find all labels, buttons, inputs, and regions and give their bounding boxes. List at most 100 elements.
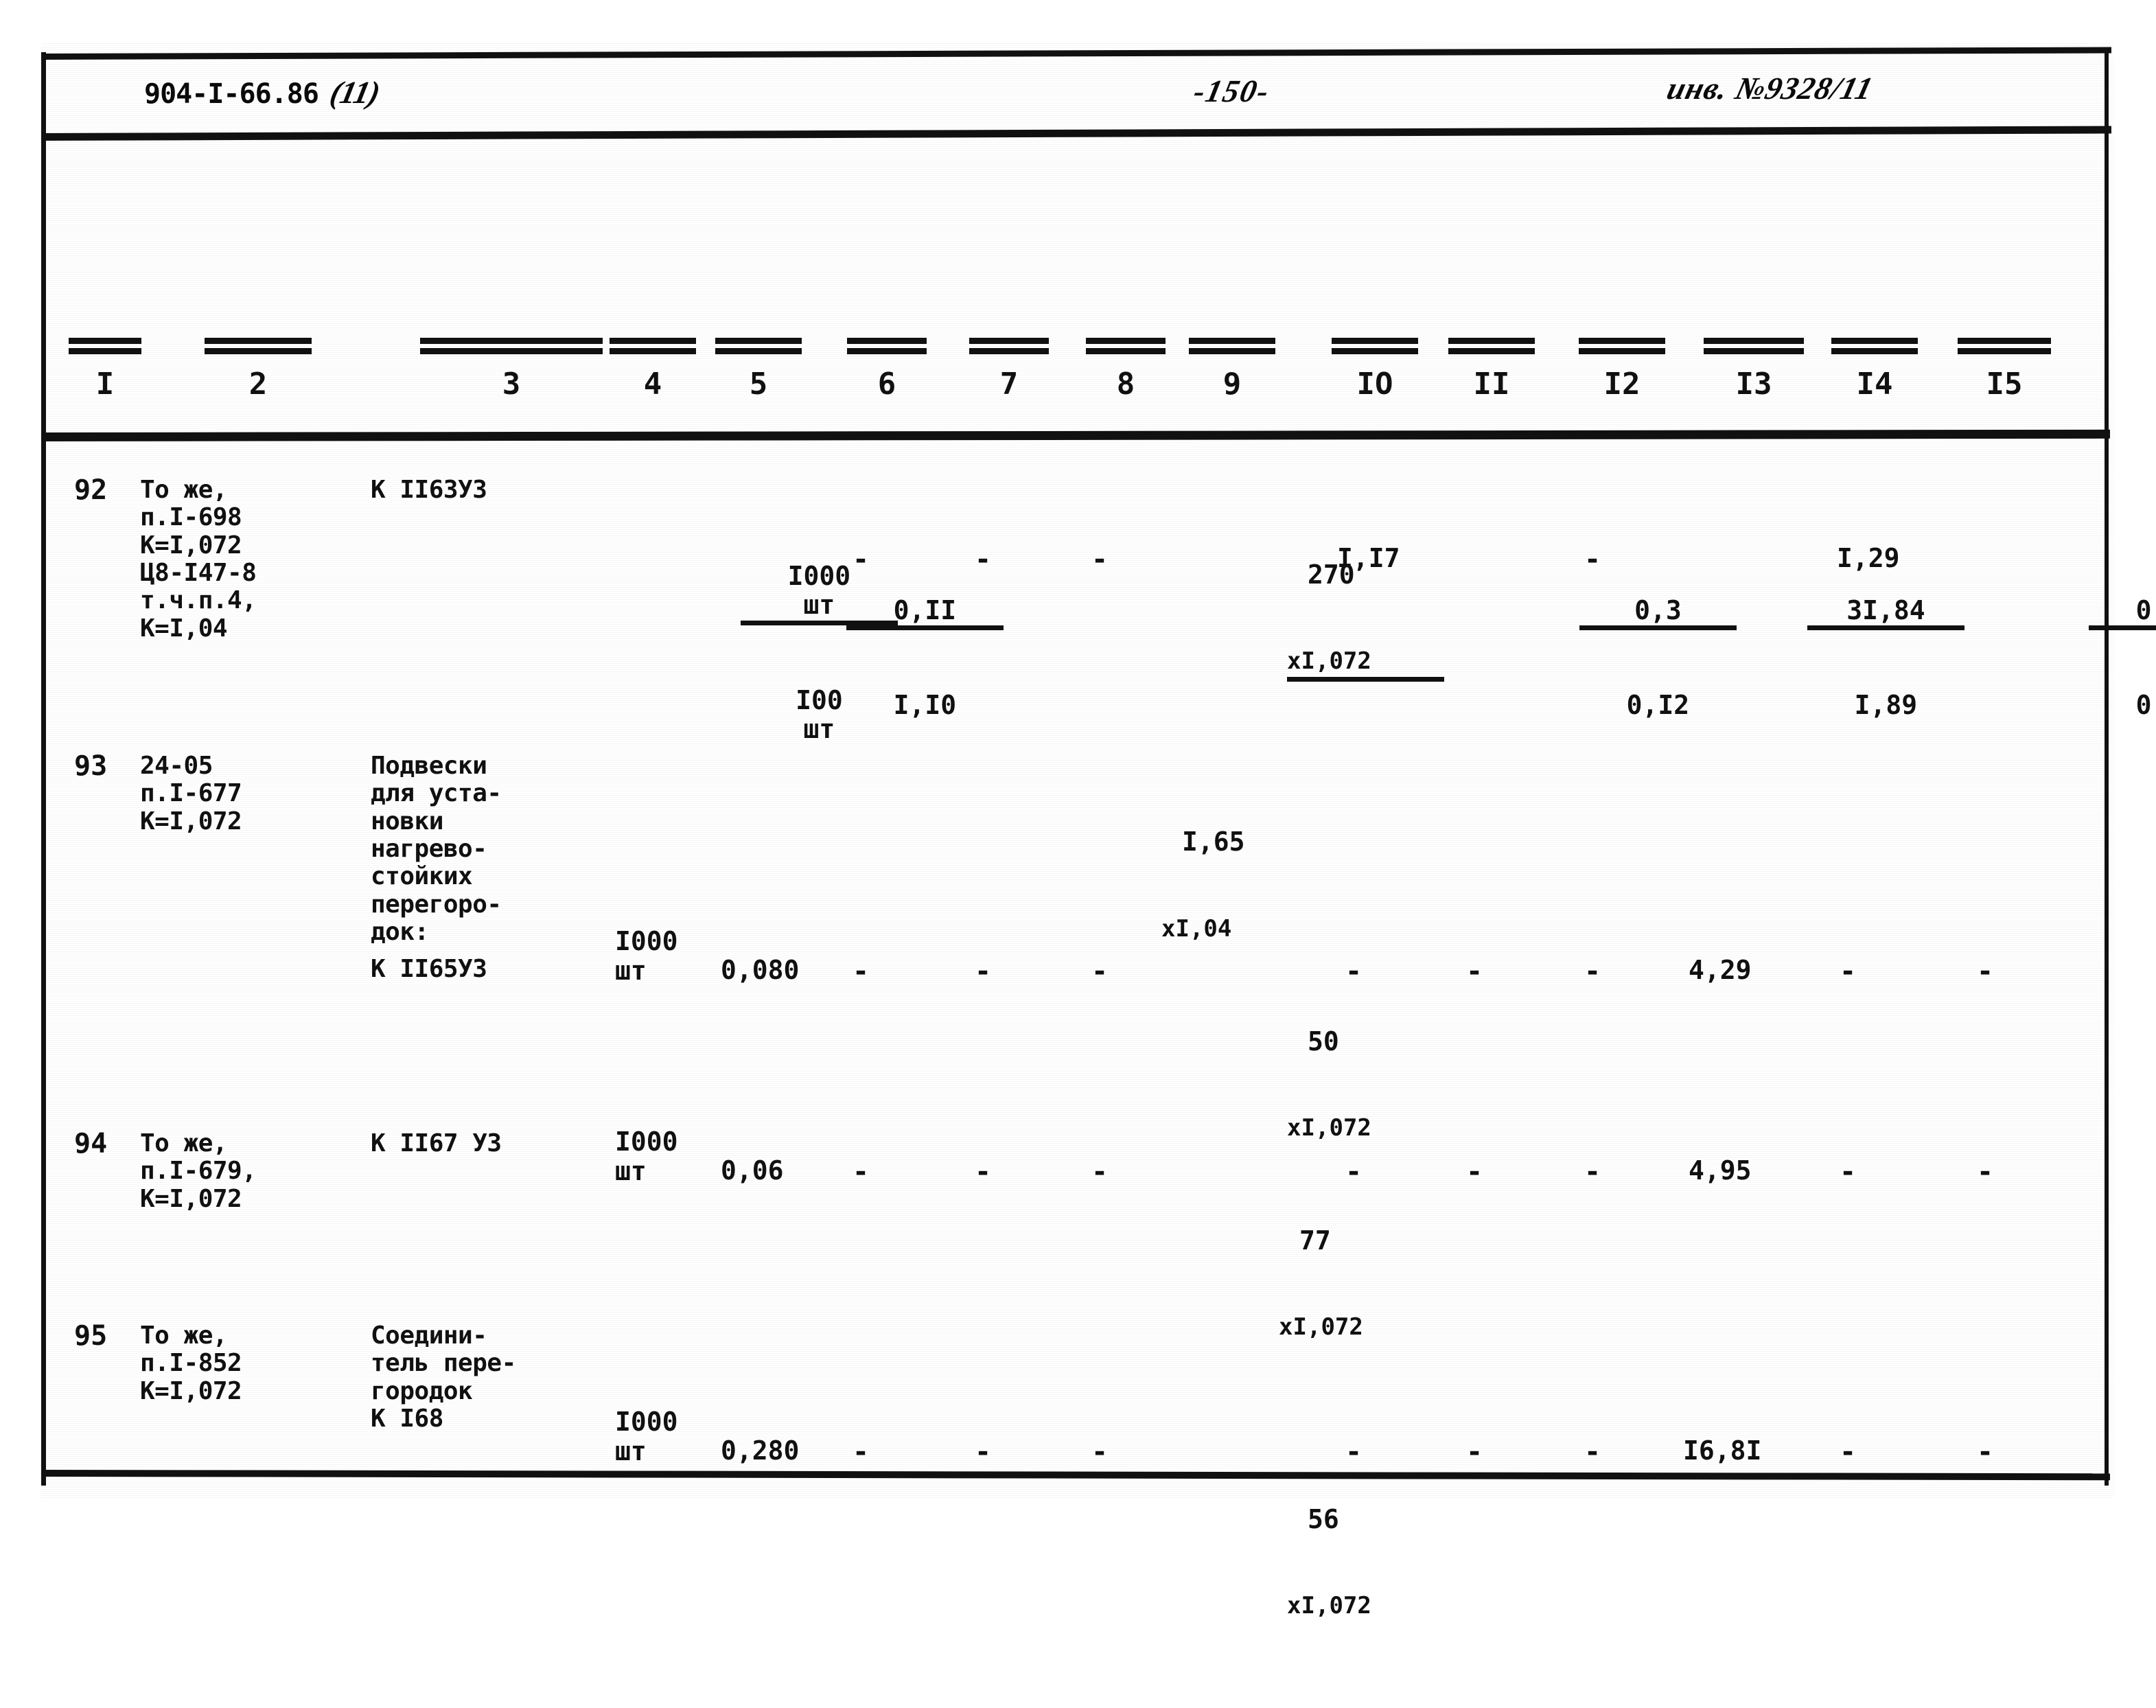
column-rule xyxy=(69,338,141,354)
column-number-I4: I4 xyxy=(1856,367,1893,402)
row-item-code: К II65У3 xyxy=(371,955,487,983)
row-col8: - xyxy=(1091,1436,1109,1468)
column-rule xyxy=(1579,338,1665,354)
row-col7: - xyxy=(975,544,992,575)
row-col13: I6,8I xyxy=(1683,1435,1762,1466)
page-number: -150- xyxy=(1190,73,1274,108)
column-number-2: 2 xyxy=(248,367,268,402)
column-number-9: 9 xyxy=(1222,367,1242,402)
col9-bottom-multiplier-value: I,04 xyxy=(1175,914,1232,943)
row-col13: 3I,84 I,89 xyxy=(1682,508,1964,807)
row-col12: - xyxy=(1584,956,1601,987)
multiply-icon: x xyxy=(1287,1592,1301,1620)
row-item-name: К II63У3 xyxy=(371,476,487,504)
row-col9: 77 xI,072 xyxy=(1153,1138,1436,1429)
column-rule xyxy=(205,338,312,354)
row-justification: 24-05 п.I-677 К=I,072 xyxy=(140,752,242,835)
row-item-name: К II67 У3 xyxy=(371,1129,502,1157)
column-rule xyxy=(715,338,802,354)
col9-stack: 270 xI,072 xyxy=(1287,502,1444,740)
column-number-7: 7 xyxy=(999,367,1019,402)
row-unit: I000 шт xyxy=(615,1127,678,1186)
page-header: 904-I-66.86 (11) -150- инв. №9328/11 xyxy=(41,60,2107,132)
col9-top-multiplier: xI,072 xyxy=(1287,647,1444,682)
row-col5: 0,080 xyxy=(721,955,800,985)
row-col14: - xyxy=(1840,1156,1857,1188)
row-col13: 4,95 xyxy=(1689,1155,1752,1186)
column-number-I5: I5 xyxy=(1986,367,2023,402)
blank-band xyxy=(41,141,2107,333)
column-number-8: 8 xyxy=(1116,367,1135,402)
row-col11: - xyxy=(1466,1156,1483,1188)
row-col13: 4,29 xyxy=(1689,955,1752,985)
col9-number: 56 xyxy=(1308,1503,1339,1534)
col13-fraction-bottom: I,89 xyxy=(1854,690,1918,721)
row-col15: - xyxy=(1977,956,1994,987)
column-number-I: I xyxy=(95,367,115,402)
column-number-I2: I2 xyxy=(1603,367,1641,402)
col9-stack: 56 xI,072 xyxy=(1287,1446,1444,1678)
row-col12: - xyxy=(1584,1156,1601,1188)
row-justification: То же, п.I-852 К=I,072 xyxy=(140,1322,242,1405)
row-col12: - xyxy=(1584,544,1601,575)
handwritten-revision: (11) xyxy=(327,75,383,110)
row-col15: - xyxy=(1977,1156,1994,1188)
col9-number: 50 xyxy=(1308,1026,1339,1057)
col9-top-multiplier-value: I,072 xyxy=(1301,647,1371,676)
row-justification: То же, п.I-679, К=I,072 xyxy=(140,1129,257,1213)
column-rule xyxy=(1704,338,1804,354)
column-number-3: 3 xyxy=(502,367,521,402)
row-col5: 0,280 xyxy=(721,1435,800,1466)
row-col8: - xyxy=(1091,544,1109,575)
row-col11: - xyxy=(1466,1436,1483,1468)
inventory-mark: инв. №9328/11 xyxy=(1663,71,1877,106)
column-rule xyxy=(1958,338,2051,354)
column-number-5: 5 xyxy=(749,367,768,402)
row-col10: I,I7 xyxy=(1337,543,1400,573)
col9-number: 77 xyxy=(1299,1225,1331,1256)
row-item-name: Подвески для уста- новки нагрево- стойки… xyxy=(371,752,502,946)
row-col7: - xyxy=(975,956,992,987)
column-rule xyxy=(969,338,1049,354)
column-rule xyxy=(1332,338,1418,354)
row-col8: - xyxy=(1091,956,1109,987)
row-number: 92 xyxy=(74,474,108,506)
row-col7: - xyxy=(975,1156,992,1188)
col15-fraction-top: 0,33 xyxy=(2089,596,2156,631)
row-col6: - xyxy=(853,544,870,575)
table-body: 92 То же, п.I-698 К=I,072 Ц8-I47-8 т.ч.п… xyxy=(41,448,2156,1619)
col9-stack: 77 xI,072 xyxy=(1279,1168,1436,1400)
row-col14: - xyxy=(1840,1436,1857,1468)
row-col6: - xyxy=(853,1156,870,1188)
row-col11: - xyxy=(1466,956,1483,987)
col9-multiplier-value: I,072 xyxy=(1301,1592,1371,1620)
row-unit: I000 шт xyxy=(615,1407,678,1466)
row-col9: 56 xI,072 xyxy=(1161,1417,1444,1707)
row-col10: - xyxy=(1345,956,1363,987)
row-col5: 0,06 xyxy=(721,1155,784,1186)
row-justification: То же, п.I-698 К=I,072 Ц8-I47-8 т.ч.п.4,… xyxy=(140,476,257,643)
row-col8: - xyxy=(1091,1156,1109,1188)
column-number-4: 4 xyxy=(643,367,662,402)
col5-fraction-bottom: I,I0 xyxy=(893,690,957,721)
row-number: 93 xyxy=(74,750,108,782)
multiply-icon: x xyxy=(1161,914,1176,943)
column-rule xyxy=(610,338,696,354)
row-col6: - xyxy=(853,1436,870,1468)
row-item-name: Соедини- тель пере- городок К I68 xyxy=(371,1322,516,1433)
row-col12: - xyxy=(1584,1436,1601,1468)
document-code: 904-I-66.86 (11) xyxy=(144,74,383,111)
column-rule xyxy=(1189,338,1275,354)
document-code-text: 904-I-66.86 xyxy=(144,78,319,110)
multiply-icon: x xyxy=(1287,647,1301,676)
col13-fraction-top: 3I,84 xyxy=(1807,596,1964,631)
row-col7: - xyxy=(975,1436,992,1468)
row-col10: - xyxy=(1345,1156,1363,1188)
col13-fraction: 3I,84 I,89 xyxy=(1807,538,1964,778)
col15-fraction-bottom: 0,I3 xyxy=(2135,690,2156,721)
row-col14: I,29 xyxy=(1837,543,1900,573)
column-number-I3: I3 xyxy=(1735,367,1772,402)
column-rule xyxy=(1448,338,1535,354)
scanned-page: 904-I-66.86 (11) -150- инв. №9328/11 I234… xyxy=(40,43,2156,1619)
column-number-6: 6 xyxy=(877,367,896,402)
